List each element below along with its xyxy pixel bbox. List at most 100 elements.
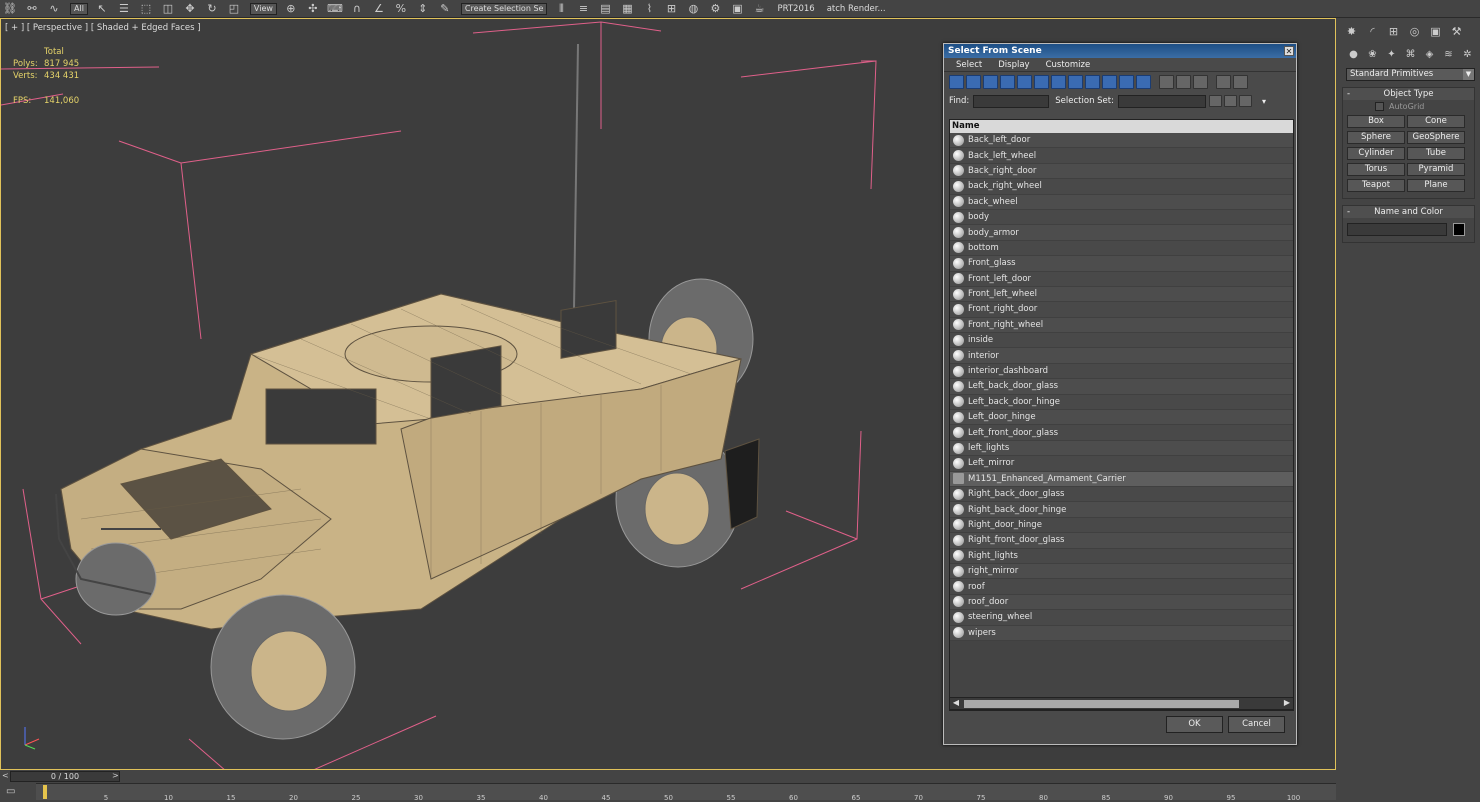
display-none-icon[interactable] [1176,75,1191,89]
column-header-name[interactable]: Name [950,120,1293,133]
teapot-button[interactable]: Teapot [1347,179,1405,192]
options-chevron-down-icon[interactable]: ▾ [1262,97,1266,106]
list-item[interactable]: Front_left_wheel [950,286,1293,303]
list-item[interactable]: Front_glass [950,256,1293,272]
list-item[interactable]: Right_back_door_glass [950,486,1293,503]
list-item[interactable]: Left_back_door_glass [950,379,1293,395]
selection-set-dropdown[interactable] [1117,94,1206,108]
link-icon[interactable]: ⛓ [0,1,20,17]
edit-named-sets-icon[interactable]: ✎ [435,1,455,17]
list-item[interactable]: right_mirror [950,563,1293,580]
list-item[interactable]: Back_left_wheel [950,148,1293,164]
window-crossing-icon[interactable]: ◫ [158,1,178,17]
material-editor-icon[interactable]: ◍ [683,1,703,17]
close-icon[interactable]: ✕ [1284,46,1294,56]
align-icon[interactable]: ≡ [573,1,593,17]
mirror-icon[interactable]: ⫴ [551,1,571,17]
modify-tab-icon[interactable]: ◜ [1364,23,1381,40]
time-next-icon[interactable]: > [112,771,119,780]
list-item[interactable]: M1151_Enhanced_Armament_Carrier [950,471,1293,487]
lights-icon[interactable]: ✦ [1384,47,1399,62]
list-item[interactable]: Right_front_door_glass [950,533,1293,549]
unlink-icon[interactable]: ⚯ [22,1,42,17]
display-spacewarps-icon[interactable] [1034,75,1049,89]
display-bones-icon[interactable] [1085,75,1100,89]
list-item[interactable]: interior_dashboard [950,363,1293,380]
create-tab-icon[interactable]: ✸ [1343,23,1360,40]
cancel-button[interactable]: Cancel [1228,716,1285,733]
invert-display-icon[interactable] [1193,75,1208,89]
helpers-icon[interactable]: ◈ [1422,47,1437,62]
move-icon[interactable]: ✥ [180,1,200,17]
list-item[interactable]: steering_wheel [950,610,1293,626]
viewport-label[interactable]: [ + ] [ Perspective ] [ Shaded + Edged F… [5,23,201,33]
autogrid-check-icon[interactable] [1375,101,1384,111]
menu-display[interactable]: Display [998,60,1029,70]
horizontal-scrollbar[interactable]: ◀ ▶ [949,697,1294,710]
list-item[interactable]: Right_lights [950,548,1293,564]
object-name-input[interactable] [1347,223,1447,236]
schematic-view-icon[interactable]: ⊞ [661,1,681,17]
object-list[interactable]: Name Back_left_door Back_left_wheel Back_r… [949,119,1294,711]
cone-button[interactable]: Cone [1407,115,1465,128]
mini-curve-editor-icon[interactable]: ▭ [6,786,24,798]
remove-selection-set-icon[interactable] [1238,95,1252,107]
display-hidden-icon[interactable] [1136,75,1151,89]
scroll-left-icon[interactable]: ◀ [950,698,962,709]
list-item[interactable]: Left_front_door_glass [950,425,1293,441]
list-item[interactable]: roof [950,579,1293,595]
list-item[interactable]: Right_back_door_hinge [950,502,1293,518]
list-item[interactable]: back_wheel [950,194,1293,210]
display-cameras-icon[interactable] [1000,75,1015,89]
cylinder-button[interactable]: Cylinder [1347,147,1405,160]
hierarchy-tab-icon[interactable]: ⊞ [1385,23,1402,40]
reference-coord-dropdown[interactable]: View [249,2,277,15]
rendered-frame-icon[interactable]: ▣ [727,1,747,17]
plane-button[interactable]: Plane [1407,179,1465,192]
add-selection-set-icon[interactable] [1223,95,1237,107]
list-item[interactable]: interior [950,348,1293,364]
sphere-button[interactable]: Sphere [1347,131,1405,144]
menu-customize[interactable]: Customize [1046,60,1091,70]
current-frame-marker[interactable] [43,785,47,799]
named-selection-set-dropdown[interactable]: Create Selection Se [460,2,548,15]
list-item[interactable]: roof_door [950,594,1293,611]
time-prev-icon[interactable]: < [2,771,9,780]
list-item[interactable]: body [950,209,1293,226]
graphite-ribbon-icon[interactable]: ▦ [617,1,637,17]
display-groups-icon[interactable] [1051,75,1066,89]
autogrid-checkbox[interactable]: AutoGrid [1343,100,1474,112]
systems-icon[interactable]: ✲ [1460,47,1475,62]
object-color-swatch[interactable] [1453,223,1465,236]
list-item[interactable]: Back_right_door [950,163,1293,180]
primitive-category-dropdown[interactable]: Standard Primitives ▼ [1346,68,1475,81]
ok-button[interactable]: OK [1166,716,1223,733]
display-all-icon[interactable] [1159,75,1174,89]
list-item[interactable]: back_right_wheel [950,179,1293,195]
scroll-right-icon[interactable]: ▶ [1281,698,1293,709]
rotate-icon[interactable]: ↻ [202,1,222,17]
motion-tab-icon[interactable]: ◎ [1406,23,1423,40]
rect-selection-icon[interactable]: ⬚ [136,1,156,17]
display-frozen-icon[interactable] [1119,75,1134,89]
select-by-name-icon[interactable]: ☰ [114,1,134,17]
spinner-snap-icon[interactable]: ⇕ [413,1,433,17]
list-item[interactable]: body_armor [950,225,1293,241]
keyboard-shortcut-icon[interactable]: ⌨ [325,1,345,17]
layer-manager-icon[interactable]: ▤ [595,1,615,17]
pivot-icon[interactable]: ⊕ [281,1,301,17]
geometry-icon[interactable]: ● [1346,47,1361,62]
spacewarps-icon[interactable]: ≋ [1441,47,1456,62]
prt-label[interactable]: PRT2016 [777,4,814,14]
list-item[interactable]: Left_mirror [950,456,1293,472]
render-icon[interactable]: ☕ [749,1,769,17]
filter-icon[interactable] [1216,75,1231,89]
find-input[interactable] [973,94,1050,108]
percent-snap-icon[interactable]: % [391,1,411,17]
object-type-header[interactable]: - Object Type [1343,88,1474,100]
manipulate-icon[interactable]: ✣ [303,1,323,17]
list-item[interactable]: Left_back_door_hinge [950,394,1293,411]
list-item[interactable]: Front_right_wheel [950,317,1293,334]
hierarchy-filter-icon[interactable] [1233,75,1248,89]
batch-render-label[interactable]: atch Render... [827,4,886,14]
